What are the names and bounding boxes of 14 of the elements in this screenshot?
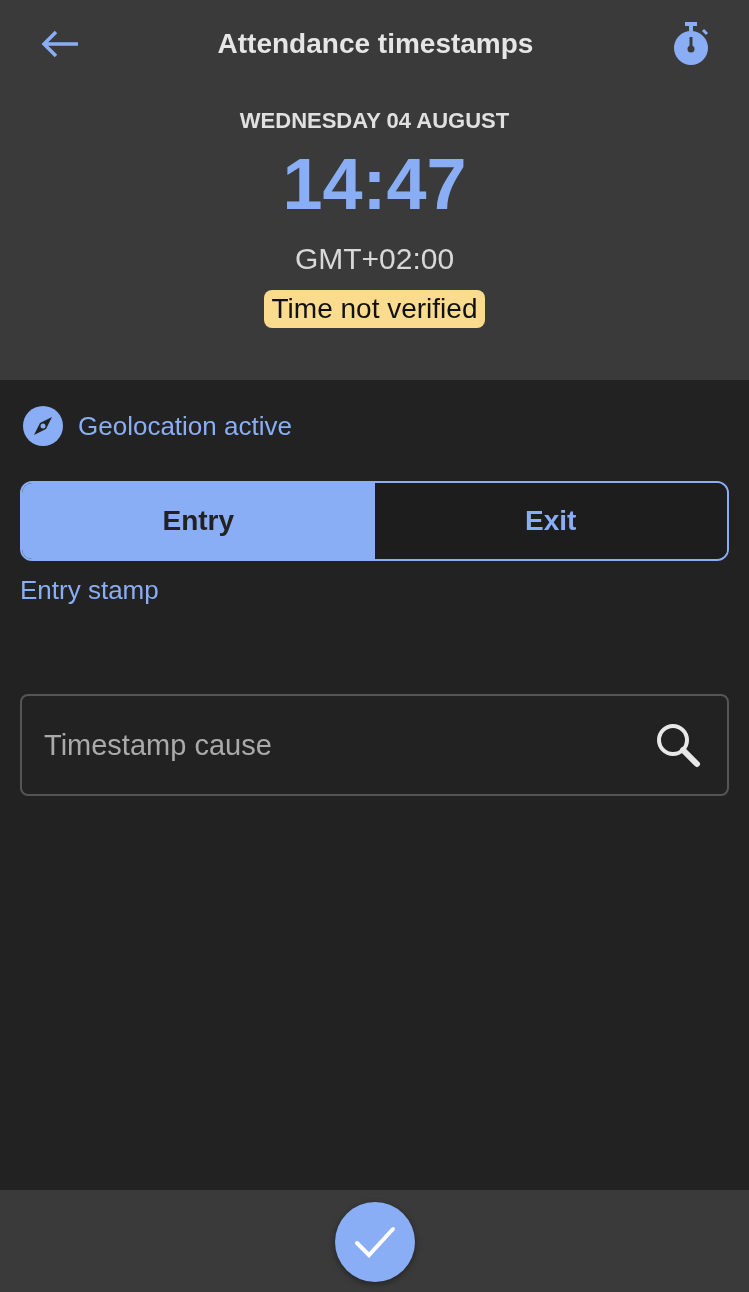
stamp-type-label: Entry stamp [20, 575, 160, 606]
segment-tab[interactable]: Entry [22, 483, 375, 559]
compass-icon [22, 405, 64, 447]
back-button[interactable] [40, 29, 80, 59]
date-label: WEDNESDAY 04 AUGUST [239, 108, 510, 134]
time-display: 14:47 [282, 148, 467, 220]
cause-search-field[interactable]: Timestamp cause [20, 694, 729, 796]
segment-tab[interactable]: Exit [374, 483, 727, 559]
timezone-label: GMT+02:00 [294, 242, 455, 276]
geolocation-status: Geolocation active [78, 410, 292, 442]
screen-title: Attendance timestamps [217, 28, 534, 60]
checkmark-icon [352, 1225, 397, 1259]
stopwatch-icon[interactable] [671, 22, 711, 66]
status-badge: Time not verified [263, 290, 486, 328]
